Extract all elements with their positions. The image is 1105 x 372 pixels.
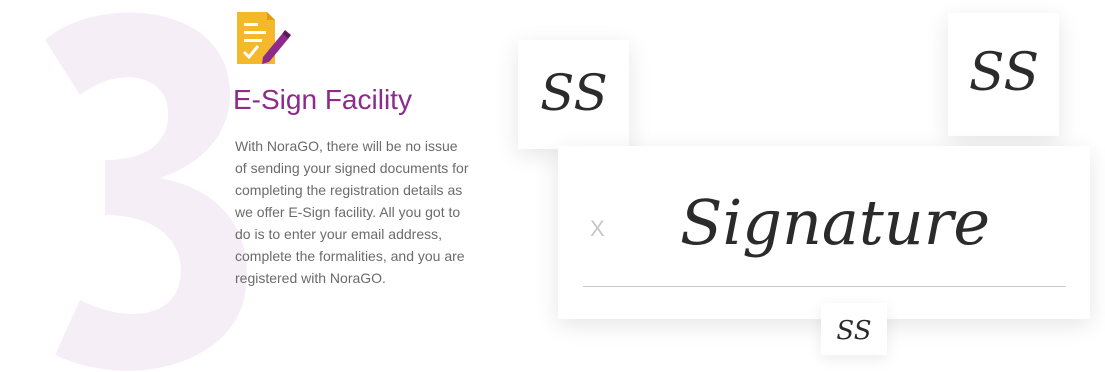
initials-card-right: SS bbox=[948, 13, 1059, 136]
initials-card-small: SS bbox=[821, 303, 887, 355]
feature-description: With NoraGO, there will be no issue of s… bbox=[235, 138, 469, 286]
initials-text: SS bbox=[540, 64, 608, 122]
initials-card-left: SS bbox=[518, 40, 629, 149]
signature-line bbox=[583, 286, 1066, 287]
step-number-3 bbox=[45, 12, 247, 371]
e-sign-feature-section: E-Sign Facility With NoraGO, there will … bbox=[0, 0, 1105, 372]
signature-text: Signature bbox=[680, 186, 990, 259]
document-sign-icon bbox=[237, 12, 291, 64]
svg-text:Signature: Signature bbox=[680, 186, 990, 259]
initials-text: SS bbox=[969, 43, 1039, 103]
initials-text: SS bbox=[836, 316, 871, 346]
feature-title: E-Sign Facility bbox=[233, 84, 412, 115]
signature-x-mark: X bbox=[590, 216, 605, 241]
